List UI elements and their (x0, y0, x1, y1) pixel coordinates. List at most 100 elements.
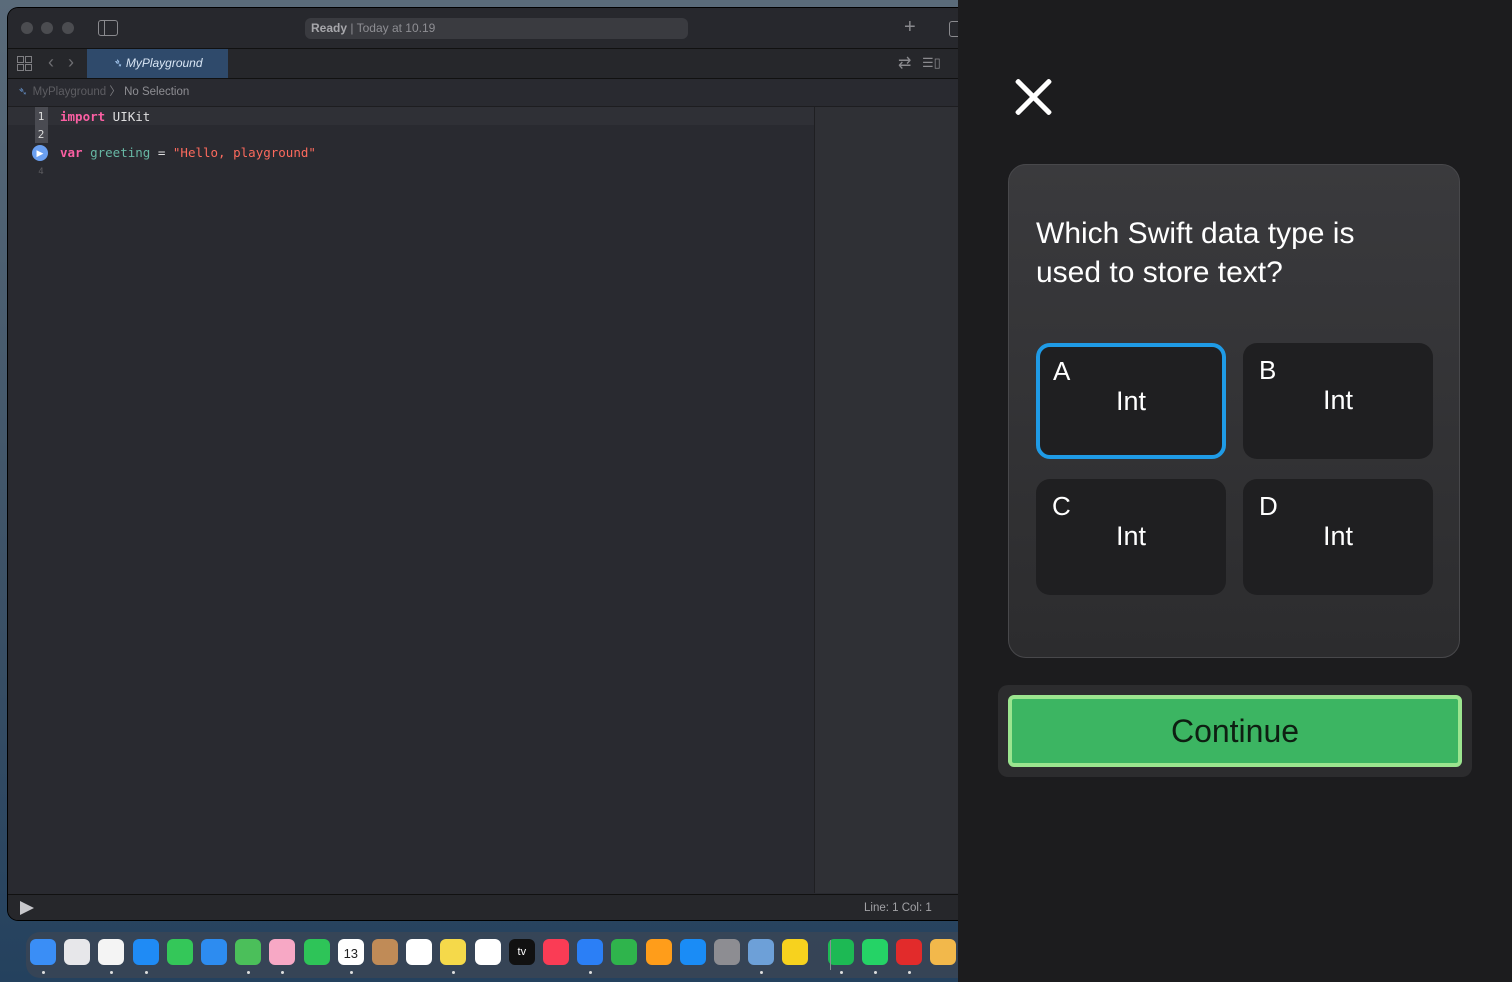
notes-icon[interactable] (440, 939, 467, 965)
swap-icon[interactable]: ⇄ (898, 53, 911, 73)
option-letter: D (1259, 491, 1278, 521)
status-time: | Today at 10.19 (350, 21, 436, 35)
dock-running-indicator (144, 971, 148, 974)
option-letter: A (1053, 356, 1071, 386)
option-d[interactable]: D Int (1243, 479, 1433, 595)
question-text: Which Swift data type is used to store t… (1036, 217, 1355, 289)
app-icon[interactable] (930, 939, 957, 965)
swift-icon: ➴ (112, 56, 126, 70)
dock: 13 tv (26, 932, 958, 978)
option-letter: B (1259, 355, 1277, 385)
question-card: Which Swift data type is used to store t… (1008, 164, 1460, 658)
xcode-window: Ready | Today at 10.19 + ‹ › ➴ MyPlaygro… (8, 8, 958, 920)
option-text: Int (1115, 521, 1147, 551)
keynote-icon[interactable] (577, 939, 604, 965)
add-icon[interactable]: + (904, 16, 916, 39)
code-text: UIKit (105, 109, 151, 124)
minimize-window-button[interactable] (41, 22, 53, 34)
run-line-icon[interactable]: ▶ (32, 145, 48, 161)
title-bar: Ready | Today at 10.19 + (8, 8, 958, 49)
code-editor[interactable] (8, 107, 814, 893)
dock-running-indicator (839, 971, 843, 974)
photos-icon[interactable] (269, 939, 296, 965)
activity-status: Ready | Today at 10.19 (305, 18, 688, 39)
breadcrumb-selection[interactable]: No Selection (124, 86, 189, 98)
option-text: Int (1322, 521, 1354, 551)
editor-layout-icon[interactable] (949, 21, 958, 37)
mail-icon[interactable] (201, 939, 227, 965)
option-c[interactable]: C Int (1036, 479, 1226, 595)
line-number: 1 (37, 110, 45, 123)
sidebar-toggle-icon[interactable] (98, 20, 118, 36)
dock-running-indicator (247, 971, 251, 974)
calendar-icon[interactable]: 13 (337, 939, 364, 965)
keyword: var (60, 145, 83, 160)
code-text: = (150, 145, 173, 160)
grid-icon[interactable] (17, 56, 32, 71)
option-a[interactable]: A Int (1036, 343, 1226, 459)
pages-icon[interactable] (645, 939, 672, 965)
music-icon[interactable] (543, 939, 569, 965)
appletv-icon[interactable]: tv (508, 939, 535, 965)
freeform-icon[interactable] (474, 939, 501, 965)
acrobat-icon[interactable] (896, 939, 922, 965)
string-literal: "Hello, playground" (172, 145, 316, 160)
line-number: 4 (38, 167, 44, 177)
dock-running-indicator (873, 971, 877, 974)
maps-icon[interactable] (235, 939, 262, 965)
breadcrumb: ➴ MyPlayground 〉 No Selection (8, 79, 958, 107)
spotify-icon[interactable] (827, 939, 854, 965)
debug-bar: Line: 1 Col: 1 (8, 894, 958, 920)
close-icon[interactable] (1012, 76, 1054, 118)
miro-icon[interactable] (782, 939, 809, 965)
breadcrumb-project[interactable]: MyPlayground (33, 86, 107, 98)
dock-running-indicator (908, 971, 911, 974)
line-number: 2 (37, 128, 45, 141)
launchpad-icon[interactable] (64, 939, 91, 965)
desktop: Ready | Today at 10.19 + ‹ › ➴ MyPlaygro… (0, 0, 958, 982)
chrome-icon[interactable] (98, 939, 125, 965)
facetime-icon[interactable] (303, 939, 330, 965)
continue-container: Continue (998, 685, 1472, 777)
tab-myplayground[interactable]: ➴ MyPlayground (87, 49, 228, 78)
messages-icon[interactable] (166, 939, 193, 965)
dock-running-indicator (110, 971, 114, 974)
results-sidebar (814, 107, 958, 893)
finder-icon[interactable] (30, 939, 56, 965)
continue-button[interactable]: Continue (1008, 695, 1462, 767)
inspector-icon[interactable]: ☰▯ (922, 55, 941, 71)
dock-running-indicator (452, 971, 456, 974)
settings-icon[interactable] (714, 939, 740, 965)
zoom-window-button[interactable] (62, 22, 74, 34)
chevron-left-icon[interactable]: ‹ (48, 52, 54, 73)
quiz-panel: Which Swift data type is used to store t… (958, 0, 1512, 982)
dock-running-indicator (281, 971, 285, 974)
breadcrumb-separator: 〉 (109, 86, 121, 98)
play-icon[interactable] (20, 901, 34, 915)
contacts-icon[interactable] (372, 939, 398, 965)
swift-icon: ➴ (18, 86, 28, 98)
close-window-button[interactable] (21, 22, 33, 34)
option-letter: C (1052, 491, 1071, 521)
variable-name: greeting (90, 145, 151, 160)
whatsapp-icon[interactable] (861, 939, 888, 965)
code-line: import UIKit (60, 109, 150, 124)
dock-running-indicator (349, 971, 353, 974)
chevron-right-icon[interactable]: › (68, 52, 74, 73)
tab-bar: ‹ › ➴ MyPlayground ⇄ ☰▯ (8, 49, 958, 79)
dock-running-indicator (42, 971, 45, 974)
option-b[interactable]: B Int (1243, 343, 1433, 459)
code-line: var greeting = "Hello, playground" (60, 145, 316, 160)
xcode-icon[interactable] (748, 939, 775, 965)
numbers-icon[interactable] (611, 939, 638, 965)
dock-separator (830, 940, 831, 970)
safari-icon[interactable] (132, 939, 159, 965)
option-text: Int (1322, 385, 1354, 415)
cursor-position: Line: 1 Col: 1 (864, 902, 932, 914)
appstore-icon[interactable] (679, 939, 706, 965)
tab-label: MyPlayground (125, 56, 203, 70)
status-ready: Ready (311, 21, 348, 35)
dock-running-indicator (760, 971, 764, 974)
dock-running-indicator (589, 971, 593, 974)
reminders-icon[interactable] (406, 939, 433, 965)
